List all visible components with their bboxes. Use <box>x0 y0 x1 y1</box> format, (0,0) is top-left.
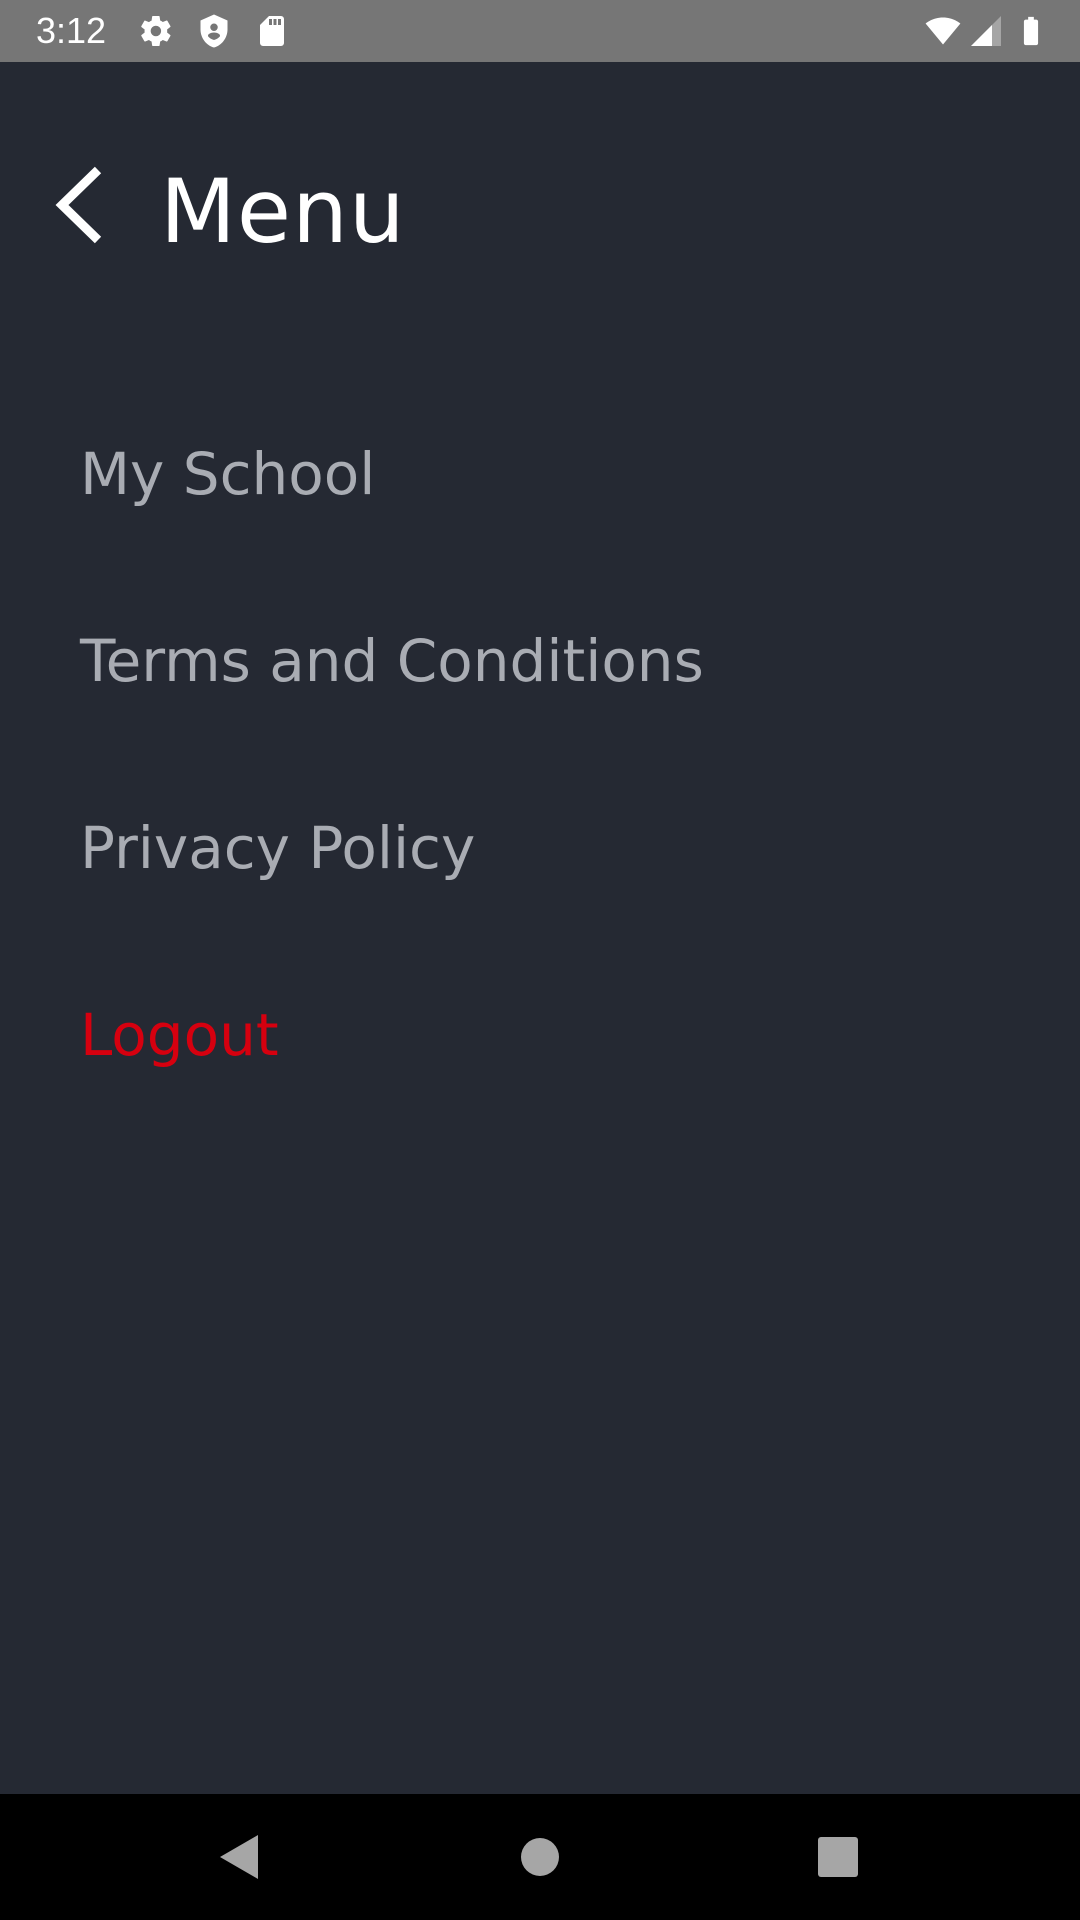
menu-item-privacy-policy[interactable]: Privacy Policy <box>80 808 475 888</box>
status-bar: 3:12 <box>0 0 1080 62</box>
cell-signal-icon <box>968 13 1004 49</box>
header: Menu <box>0 62 1080 312</box>
home-circle-icon <box>521 1838 559 1876</box>
back-button[interactable] <box>50 160 120 250</box>
menu-item-terms-and-conditions[interactable]: Terms and Conditions <box>80 621 704 701</box>
nav-back-button[interactable] <box>210 1827 270 1887</box>
nav-recents-button[interactable] <box>808 1827 868 1887</box>
nav-home-button[interactable] <box>510 1827 570 1887</box>
settings-icon <box>138 13 174 49</box>
wifi-icon <box>922 13 964 49</box>
battery-icon <box>1014 13 1048 49</box>
navigation-bar <box>0 1794 1080 1920</box>
chevron-left-icon <box>55 166 102 244</box>
recents-square-icon <box>818 1837 858 1877</box>
status-time: 3:12 <box>36 10 107 51</box>
page-title: Menu <box>160 160 406 263</box>
menu-item-my-school[interactable]: My School <box>80 434 375 514</box>
shield-icon <box>196 13 232 49</box>
back-triangle-icon <box>220 1835 258 1879</box>
sd-card-icon <box>254 13 290 49</box>
logout-button[interactable]: Logout <box>80 995 279 1075</box>
menu-screen: 3:12 Menu My School Terms and Conditions… <box>0 0 1080 1920</box>
